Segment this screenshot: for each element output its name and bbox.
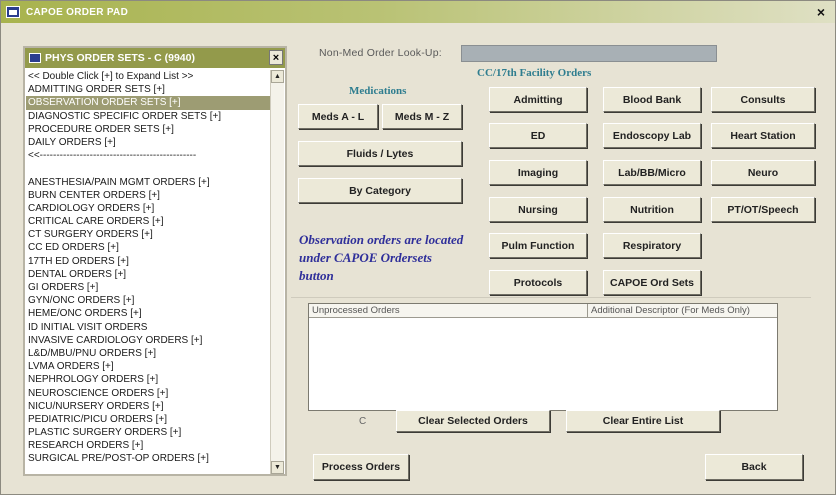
- observation-note: Observation orders are located under CAP…: [299, 232, 464, 283]
- order-sets-list[interactable]: << Double Click [+] to Expand List >> ADM…: [26, 70, 270, 474]
- column-header-additional-descriptor: Additional Descriptor (For Meds Only): [587, 304, 750, 318]
- list-item[interactable]: CC ED ORDERS [+]: [26, 241, 270, 254]
- facility-orders-heading: CC/17th Facility Orders: [477, 67, 592, 79]
- neuro-button[interactable]: Neuro: [711, 160, 815, 185]
- title-bar: CAPOE ORDER PAD ×: [1, 1, 835, 23]
- list-item[interactable]: RESEARCH ORDERS [+]: [26, 439, 270, 452]
- phys-order-sets-panel: PHYS ORDER SETS - C (9940) × << Double C…: [23, 46, 287, 476]
- respiratory-button[interactable]: Respiratory: [603, 233, 701, 258]
- list-item[interactable]: OBSERVATION ORDER SETS [+]: [26, 96, 270, 110]
- close-icon[interactable]: ×: [269, 50, 283, 65]
- scroll-down-icon[interactable]: ▼: [271, 461, 284, 474]
- admitting-button[interactable]: Admitting: [489, 87, 587, 112]
- capoe-ord-sets-button[interactable]: CAPOE Ord Sets: [603, 270, 701, 295]
- pt-ot-speech-button[interactable]: PT/OT/Speech: [711, 197, 815, 222]
- list-item[interactable]: SURGICAL PRE/POST-OP ORDERS [+]: [26, 452, 270, 465]
- clear-entire-list-button[interactable]: Clear Entire List: [566, 410, 720, 432]
- list-item[interactable]: ANESTHESIA/PAIN MGMT ORDERS [+]: [26, 176, 270, 189]
- list-item[interactable]: BURN CENTER ORDERS [+]: [26, 189, 270, 202]
- close-icon[interactable]: ×: [813, 4, 829, 20]
- window-title: CAPOE ORDER PAD: [26, 6, 129, 18]
- section-divider: [291, 297, 811, 298]
- phys-order-sets-title-bar: PHYS ORDER SETS - C (9940) ×: [25, 48, 285, 68]
- list-item[interactable]: ID INITIAL VISIT ORDERS: [26, 321, 270, 334]
- list-scrollbar[interactable]: ▲ ▼: [270, 70, 284, 474]
- list-item[interactable]: HEME/ONC ORDERS [+]: [26, 307, 270, 320]
- list-item[interactable]: CARDIOLOGY ORDERS [+]: [26, 202, 270, 215]
- list-item[interactable]: DIAGNOSTIC SPECIFIC ORDER SETS [+]: [26, 110, 270, 123]
- imaging-button[interactable]: Imaging: [489, 160, 587, 185]
- app-icon: [6, 6, 20, 18]
- list-item[interactable]: DAILY ORDERS [+]: [26, 136, 270, 149]
- list-item[interactable]: << Double Click [+] to Expand List >>: [26, 70, 270, 83]
- consults-button[interactable]: Consults: [711, 87, 815, 112]
- list-item[interactable]: NEPHROLOGY ORDERS [+]: [26, 373, 270, 386]
- list-item[interactable]: GYN/ONC ORDERS [+]: [26, 294, 270, 307]
- capoe-order-pad-window: CAPOE ORDER PAD × PHYS ORDER SETS - C (9…: [0, 0, 836, 495]
- blood-bank-button[interactable]: Blood Bank: [603, 87, 701, 112]
- list-item[interactable]: CRITICAL CARE ORDERS [+]: [26, 215, 270, 228]
- order-count-indicator: C: [359, 416, 367, 427]
- protocols-button[interactable]: Protocols: [489, 270, 587, 295]
- ed-button[interactable]: ED: [489, 123, 587, 148]
- list-item[interactable]: <<--------------------------------------…: [26, 149, 270, 162]
- list-item[interactable]: INVASIVE CARDIOLOGY ORDERS [+]: [26, 334, 270, 347]
- list-item[interactable]: 17TH ED ORDERS [+]: [26, 255, 270, 268]
- list-icon: [29, 53, 41, 63]
- orders-table-header: Unprocessed Orders Additional Descriptor…: [309, 304, 777, 318]
- lab-bb-micro-button[interactable]: Lab/BB/Micro: [603, 160, 701, 185]
- list-item[interactable]: L&D/MBU/PNU ORDERS [+]: [26, 347, 270, 360]
- list-item[interactable]: [26, 162, 270, 175]
- list-item[interactable]: LVMA ORDERS [+]: [26, 360, 270, 373]
- pulm-function-button[interactable]: Pulm Function: [489, 233, 587, 258]
- process-orders-button[interactable]: Process Orders: [313, 454, 409, 480]
- list-item[interactable]: CT SURGERY ORDERS [+]: [26, 228, 270, 241]
- clear-selected-orders-button[interactable]: Clear Selected Orders: [396, 410, 550, 432]
- list-item[interactable]: NICU/NURSERY ORDERS [+]: [26, 400, 270, 413]
- meds-a-l-button[interactable]: Meds A - L: [298, 104, 378, 129]
- back-button[interactable]: Back: [705, 454, 803, 480]
- list-item[interactable]: DENTAL ORDERS [+]: [26, 268, 270, 281]
- endoscopy-lab-button[interactable]: Endoscopy Lab: [603, 123, 701, 148]
- list-item[interactable]: ADMITTING ORDER SETS [+]: [26, 83, 270, 96]
- nursing-button[interactable]: Nursing: [489, 197, 587, 222]
- by-category-button[interactable]: By Category: [298, 178, 462, 203]
- column-header-unprocessed-orders: Unprocessed Orders: [312, 305, 400, 316]
- heart-station-button[interactable]: Heart Station: [711, 123, 815, 148]
- unprocessed-orders-table[interactable]: Unprocessed Orders Additional Descriptor…: [308, 303, 778, 411]
- nutrition-button[interactable]: Nutrition: [603, 197, 701, 222]
- meds-m-z-button[interactable]: Meds M - Z: [382, 104, 462, 129]
- non-med-order-lookup-input[interactable]: [461, 45, 717, 62]
- phys-order-sets-title: PHYS ORDER SETS - C (9940): [45, 52, 195, 64]
- scroll-up-icon[interactable]: ▲: [271, 70, 284, 83]
- fluids-lytes-button[interactable]: Fluids / Lytes: [298, 141, 462, 166]
- medications-heading: Medications: [349, 85, 407, 97]
- list-item[interactable]: PLASTIC SURGERY ORDERS [+]: [26, 426, 270, 439]
- list-item[interactable]: PEDIATRIC/PICU ORDERS [+]: [26, 413, 270, 426]
- list-item[interactable]: NEUROSCIENCE ORDERS [+]: [26, 387, 270, 400]
- list-item[interactable]: PROCEDURE ORDER SETS [+]: [26, 123, 270, 136]
- lookup-label: Non-Med Order Look-Up:: [319, 47, 442, 59]
- list-item[interactable]: GI ORDERS [+]: [26, 281, 270, 294]
